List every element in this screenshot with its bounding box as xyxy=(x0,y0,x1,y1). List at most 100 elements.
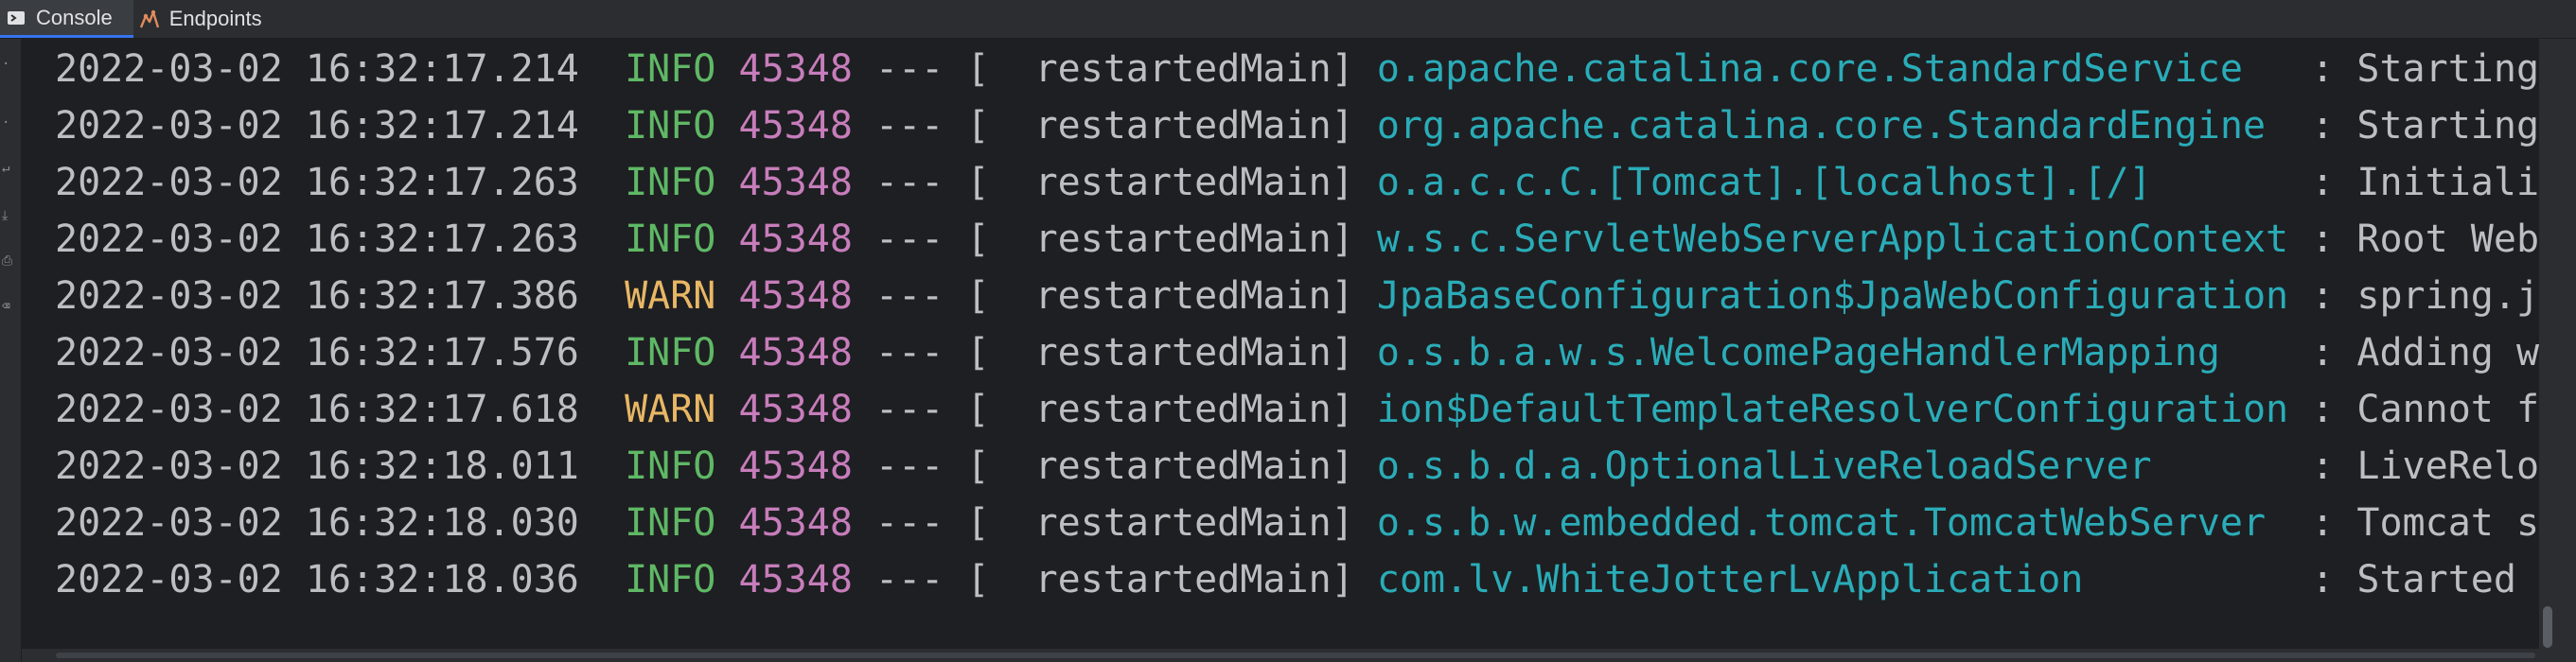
log-level: INFO xyxy=(625,161,716,204)
log-space xyxy=(944,558,966,601)
log-space xyxy=(944,104,966,148)
tab-console[interactable]: Console xyxy=(0,0,133,38)
log-logger: ion$DefaultTemplateResolverConfiguration xyxy=(1376,388,2289,431)
soft-wrap-icon[interactable]: ↵ xyxy=(2,162,15,175)
log-message: : Started xyxy=(2288,558,2539,601)
log-space xyxy=(715,104,738,148)
log-level: INFO xyxy=(625,558,716,601)
log-space xyxy=(853,274,875,318)
log-space xyxy=(715,274,738,318)
log-space xyxy=(1354,558,1377,601)
log-logger: o.apache.catalina.core.StandardService xyxy=(1376,47,2289,91)
log-space xyxy=(853,558,875,601)
log-space xyxy=(944,274,966,318)
log-space xyxy=(944,218,966,261)
log-separator: --- xyxy=(875,274,944,318)
log-space xyxy=(944,501,966,545)
scroll-down-icon[interactable]: · xyxy=(2,116,15,130)
log-space xyxy=(944,47,966,91)
log-pid: 45348 xyxy=(738,558,853,601)
log-pid: 45348 xyxy=(738,501,853,545)
log-pid: 45348 xyxy=(738,388,853,431)
log-line: 2022-03-02 16:32:17.263 INFO 45348 --- [… xyxy=(55,211,2539,268)
log-logger: JpaBaseConfiguration$JpaWebConfiguration xyxy=(1376,274,2289,318)
scroll-to-end-icon[interactable]: ⤓ xyxy=(2,209,15,222)
print-icon[interactable]: ⎙ xyxy=(2,254,15,268)
log-pid: 45348 xyxy=(738,104,853,148)
log-level: INFO xyxy=(625,331,716,375)
log-space xyxy=(1354,501,1377,545)
log-timestamp: 2022-03-02 16:32:17.576 xyxy=(55,331,579,375)
log-line: 2022-03-02 16:32:18.036 INFO 45348 --- [… xyxy=(55,551,2539,608)
log-space xyxy=(1354,388,1377,431)
log-timestamp: 2022-03-02 16:32:17.214 xyxy=(55,104,579,148)
log-space xyxy=(1354,161,1377,204)
log-space xyxy=(944,331,966,375)
log-logger: org.apache.catalina.core.StandardEngine xyxy=(1376,104,2289,148)
log-level: WARN xyxy=(625,274,716,318)
log-thread: [ restartedMain] xyxy=(966,444,1354,488)
tab-endpoints-label: Endpoints xyxy=(168,7,262,30)
log-separator: --- xyxy=(875,161,944,204)
log-timestamp: 2022-03-02 16:32:18.036 xyxy=(55,558,579,601)
horizontal-scroll-thumb[interactable] xyxy=(56,653,2535,658)
console-icon xyxy=(4,6,28,30)
log-timestamp: 2022-03-02 16:32:17.214 xyxy=(55,47,579,91)
log-thread: [ restartedMain] xyxy=(966,218,1354,261)
log-space xyxy=(579,218,625,261)
vertical-scrollbar[interactable] xyxy=(2539,39,2576,662)
tab-endpoints[interactable]: Endpoints xyxy=(133,0,283,38)
log-timestamp: 2022-03-02 16:32:18.030 xyxy=(55,501,579,545)
log-separator: --- xyxy=(875,104,944,148)
log-level: INFO xyxy=(625,501,716,545)
clear-all-icon[interactable]: ⌫ xyxy=(2,300,15,313)
log-logger: o.a.c.c.C.[Tomcat].[localhost].[/] xyxy=(1376,161,2289,204)
log-level: INFO xyxy=(625,47,716,91)
log-logger: com.lv.WhiteJotterLvApplication xyxy=(1376,558,2289,601)
console-gutter: · · ↵ ⤓ ⎙ ⌫ xyxy=(0,39,22,662)
log-pid: 45348 xyxy=(738,161,853,204)
log-space xyxy=(853,331,875,375)
log-thread: [ restartedMain] xyxy=(966,388,1354,431)
log-separator: --- xyxy=(875,47,944,91)
log-message: : Adding w xyxy=(2288,331,2539,375)
log-timestamp: 2022-03-02 16:32:17.618 xyxy=(55,388,579,431)
log-space xyxy=(715,218,738,261)
log-timestamp: 2022-03-02 16:32:17.263 xyxy=(55,161,579,204)
tab-console-label: Console xyxy=(36,5,113,29)
log-space xyxy=(579,388,625,431)
log-space xyxy=(715,47,738,91)
horizontal-scrollbar[interactable] xyxy=(22,649,2539,662)
scroll-up-icon[interactable]: · xyxy=(2,58,15,71)
log-space xyxy=(853,47,875,91)
log-space xyxy=(715,558,738,601)
console-output[interactable]: 2022-03-02 16:32:17.214 INFO 45348 --- [… xyxy=(22,39,2539,649)
log-space xyxy=(853,104,875,148)
log-message: : LiveRelo xyxy=(2288,444,2539,488)
log-space xyxy=(579,104,625,148)
log-space xyxy=(853,218,875,261)
log-pid: 45348 xyxy=(738,274,853,318)
log-thread: [ restartedMain] xyxy=(966,47,1354,91)
log-space xyxy=(1354,47,1377,91)
log-level: INFO xyxy=(625,104,716,148)
log-timestamp: 2022-03-02 16:32:18.011 xyxy=(55,444,579,488)
log-space xyxy=(1354,274,1377,318)
vertical-scroll-thumb[interactable] xyxy=(2543,606,2552,648)
log-line: 2022-03-02 16:32:17.214 INFO 45348 --- [… xyxy=(55,41,2539,97)
log-line: 2022-03-02 16:32:18.030 INFO 45348 --- [… xyxy=(55,495,2539,551)
log-separator: --- xyxy=(875,444,944,488)
log-space xyxy=(579,501,625,545)
log-space xyxy=(579,161,625,204)
log-space xyxy=(944,444,966,488)
log-message: : Root Web xyxy=(2288,218,2539,261)
log-space xyxy=(853,444,875,488)
log-thread: [ restartedMain] xyxy=(966,331,1354,375)
log-space xyxy=(579,47,625,91)
log-thread: [ restartedMain] xyxy=(966,161,1354,204)
log-space xyxy=(715,388,738,431)
log-timestamp: 2022-03-02 16:32:17.386 xyxy=(55,274,579,318)
log-space xyxy=(853,388,875,431)
log-logger: o.s.b.d.a.OptionalLiveReloadServer xyxy=(1376,444,2289,488)
log-message: : Initiali xyxy=(2288,161,2539,204)
